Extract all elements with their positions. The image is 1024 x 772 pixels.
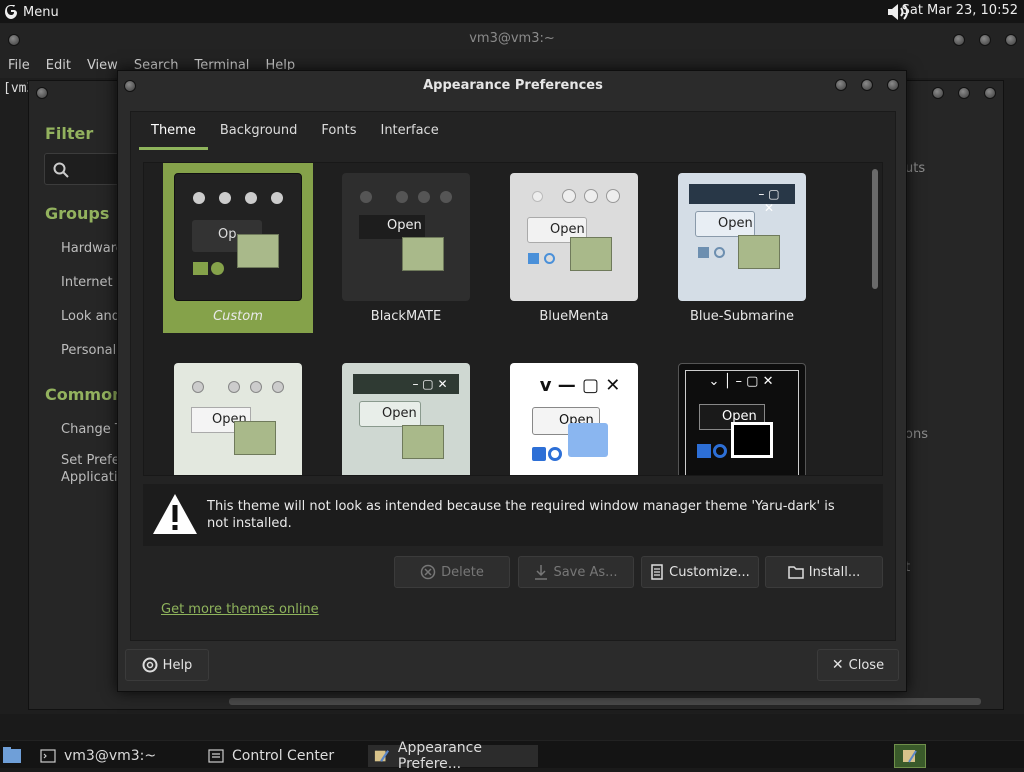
- group-look-and-feel[interactable]: Look and: [61, 309, 120, 324]
- install-label: Install...: [808, 564, 861, 580]
- theme-custom[interactable]: Op Custom: [163, 163, 313, 333]
- close-button[interactable]: ✕ Close: [817, 649, 899, 681]
- theme-grid[interactable]: Op Custom Open BlackMATE Open BlueMenta …: [143, 162, 883, 476]
- help-icon: [142, 657, 158, 673]
- customize-label: Customize...: [669, 564, 750, 580]
- workspace-switcher[interactable]: [894, 744, 926, 768]
- main-menu-label: Menu: [23, 4, 59, 20]
- show-desktop-icon[interactable]: [2, 746, 22, 764]
- more-themes-link[interactable]: Get more themes online: [161, 602, 319, 617]
- dialog-close-button[interactable]: [887, 79, 899, 91]
- control-center-menu-icon[interactable]: [36, 87, 48, 99]
- theme-label: BlueMenta: [539, 309, 609, 324]
- taskbar-item-label: vm3@vm3:~: [64, 748, 157, 764]
- mate-logo-icon: [5, 5, 17, 19]
- save-as-label: Save As...: [553, 564, 618, 580]
- tab-interface[interactable]: Interface: [368, 114, 450, 150]
- dialog-notebook: Theme Background Fonts Interface Op Cust…: [130, 111, 896, 641]
- theme-preview: Op: [174, 173, 302, 301]
- common-applications[interactable]: Applicati: [61, 470, 117, 485]
- theme-preview: – ▢ ✕ Open: [678, 173, 806, 301]
- warning-icon: [153, 494, 197, 534]
- theme-item-6[interactable]: – ▢ ✕ Open: [331, 353, 481, 475]
- groups-heading: Groups: [45, 204, 110, 223]
- cc-right-fragment-2: ons: [905, 427, 928, 442]
- theme-grid-scrollbar[interactable]: [872, 169, 878, 289]
- filter-search-input[interactable]: [44, 153, 124, 185]
- cc-horizontal-scrollbar[interactable]: [229, 698, 981, 705]
- folder-open-icon: [787, 566, 804, 579]
- help-button[interactable]: Help: [125, 649, 209, 681]
- document-icon: [651, 564, 663, 580]
- control-center-icon: [208, 749, 224, 763]
- control-center-maximize-button[interactable]: [958, 87, 970, 99]
- close-icon: ✕: [831, 657, 844, 673]
- control-center-close-button[interactable]: [984, 87, 996, 99]
- theme-item-7[interactable]: v — ▢ ✕ Open: [499, 353, 649, 475]
- theme-bluementa[interactable]: Open BlueMenta: [499, 163, 649, 333]
- clock[interactable]: Sat Mar 23, 10:52: [902, 3, 1018, 18]
- common-change-theme[interactable]: Change T: [61, 422, 123, 437]
- appearance-dialog: Appearance Preferences Theme Background …: [117, 70, 907, 692]
- theme-label: BlackMATE: [370, 309, 442, 324]
- common-set-preferred[interactable]: Set Prefe: [61, 453, 120, 468]
- install-button[interactable]: Install...: [765, 556, 883, 588]
- dialog-maximize-button[interactable]: [861, 79, 873, 91]
- taskbar-item-label: Appearance Prefere...: [397, 740, 482, 772]
- theme-label: Custom: [213, 309, 263, 324]
- terminal-menu-edit[interactable]: Edit: [38, 54, 79, 78]
- main-menu-button[interactable]: Menu: [4, 3, 59, 21]
- terminal-icon: [40, 749, 56, 763]
- tab-fonts[interactable]: Fonts: [309, 114, 368, 150]
- cc-right-fragment-1: uts: [905, 161, 926, 176]
- theme-item-5[interactable]: Open: [163, 353, 313, 475]
- delete-button[interactable]: Delete: [394, 556, 510, 588]
- save-as-button[interactable]: Save As...: [518, 556, 634, 588]
- theme-preview: ⌄ │ – ▢ ✕ Open: [678, 363, 806, 475]
- delete-label: Delete: [441, 564, 484, 580]
- terminal-title: vm3@vm3:~: [469, 31, 555, 46]
- theme-preview: Open: [510, 173, 638, 301]
- taskbar-item-appearance[interactable]: Appearance Prefere...: [368, 740, 538, 772]
- top-panel: Menu Sat Mar 23, 10:52: [0, 0, 1024, 24]
- close-label: Close: [848, 657, 885, 673]
- dialog-title: Appearance Preferences: [423, 78, 603, 93]
- delete-icon: [420, 564, 436, 580]
- workspace-window-icon: [903, 750, 917, 763]
- terminal-close-button[interactable]: [1005, 34, 1017, 46]
- taskbar-item-control-center[interactable]: Control Center: [202, 745, 340, 767]
- taskbar-item-terminal[interactable]: vm3@vm3:~: [34, 745, 162, 767]
- group-internet[interactable]: Internet a: [61, 275, 125, 290]
- warning-text: This theme will not look as intended bec…: [207, 499, 835, 531]
- download-icon: [535, 565, 548, 580]
- terminal-menu-file[interactable]: File: [0, 54, 38, 78]
- control-center-minimize-button[interactable]: [932, 87, 944, 99]
- taskbar: vm3@vm3:~ Control Center Appearance Pref…: [0, 740, 1024, 772]
- search-icon: [53, 162, 69, 178]
- warning-bar: This theme will not look as intended bec…: [143, 484, 883, 546]
- terminal-maximize-button[interactable]: [979, 34, 991, 46]
- customize-button[interactable]: Customize...: [641, 556, 759, 588]
- tab-bar: Theme Background Fonts Interface: [139, 114, 451, 150]
- theme-item-8[interactable]: ⌄ │ – ▢ ✕ Open: [667, 353, 817, 475]
- help-label: Help: [162, 657, 193, 673]
- tab-background[interactable]: Background: [208, 114, 310, 150]
- theme-preview: v — ▢ ✕ Open: [510, 363, 638, 475]
- dialog-minimize-button[interactable]: [835, 79, 847, 91]
- appearance-icon: [374, 750, 390, 762]
- theme-blackmate[interactable]: Open BlackMATE: [331, 163, 481, 333]
- group-personal[interactable]: Personal: [61, 343, 116, 358]
- taskbar-item-label: Control Center: [232, 748, 335, 764]
- theme-preview: – ▢ ✕ Open: [342, 363, 470, 475]
- theme-label: Blue-Submarine: [689, 309, 795, 324]
- terminal-minimize-button[interactable]: [953, 34, 965, 46]
- tab-theme[interactable]: Theme: [139, 114, 208, 150]
- theme-preview: Open: [342, 173, 470, 301]
- filter-heading: Filter: [45, 124, 94, 143]
- theme-blue-submarine[interactable]: – ▢ ✕ Open Blue-Submarine: [667, 163, 817, 333]
- theme-preview: Open: [174, 363, 302, 475]
- group-hardware[interactable]: Hardware: [61, 241, 124, 256]
